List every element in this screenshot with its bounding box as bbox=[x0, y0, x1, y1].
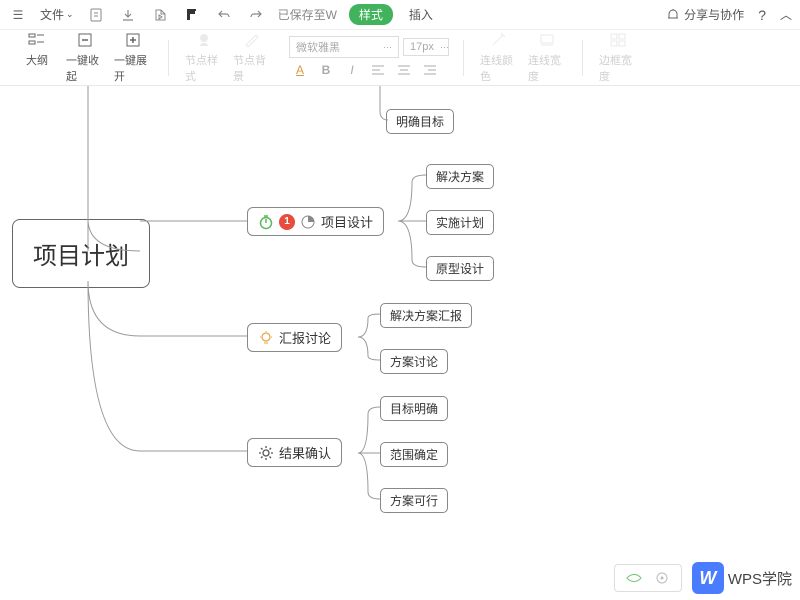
chevron-down-icon: ⋯ bbox=[440, 42, 449, 53]
download-icon[interactable] bbox=[118, 5, 138, 25]
expand-all-button[interactable]: 一键展开 bbox=[114, 31, 152, 84]
bold-button[interactable]: B bbox=[317, 61, 335, 79]
expand-icon bbox=[123, 31, 143, 49]
leaf-label: 实施计划 bbox=[436, 214, 484, 231]
branch-node[interactable]: 结果确认 bbox=[247, 438, 342, 467]
toolbar-divider bbox=[582, 40, 583, 76]
mindmap-canvas[interactable]: 项目计划 明确目标 1 项目设计 解决方案 实施计划 原型设计 汇报讨论 解决方… bbox=[0, 86, 800, 600]
outline-icon bbox=[27, 31, 47, 49]
node-bg-label: 节点背景 bbox=[233, 52, 271, 84]
leaf-label: 解决方案 bbox=[436, 168, 484, 185]
leaf-label: 范围确定 bbox=[390, 446, 438, 463]
leaf-label: 明确目标 bbox=[396, 113, 444, 130]
wps-logo: W WPS学院 bbox=[692, 562, 792, 594]
branch-label: 汇报讨论 bbox=[279, 328, 331, 347]
outline-label: 大纲 bbox=[26, 52, 48, 68]
collapse-panel-icon[interactable]: ︿ bbox=[780, 6, 792, 23]
border-width-button[interactable]: 边框宽度 bbox=[599, 31, 637, 84]
align-right-button[interactable] bbox=[421, 61, 439, 79]
leaf-node[interactable]: 明确目标 bbox=[386, 109, 454, 134]
branch-node[interactable]: 1 项目设计 bbox=[247, 207, 384, 236]
outline-button[interactable]: 大纲 bbox=[18, 31, 56, 68]
undo-icon[interactable] bbox=[214, 5, 234, 25]
collapse-icon bbox=[75, 31, 95, 49]
border-width-label: 边框宽度 bbox=[599, 52, 637, 84]
root-label: 项目计划 bbox=[33, 236, 129, 271]
align-center-button[interactable] bbox=[395, 61, 413, 79]
leaf-node[interactable]: 解决方案汇报 bbox=[380, 303, 472, 328]
leaf-node[interactable]: 原型设计 bbox=[426, 256, 494, 281]
format-brush-icon[interactable] bbox=[182, 5, 202, 25]
branch-label: 结果确认 bbox=[279, 443, 331, 462]
leaf-label: 目标明确 bbox=[390, 400, 438, 417]
share-label: 分享与协作 bbox=[684, 6, 744, 23]
connector-width-icon bbox=[537, 31, 557, 49]
chevron-down-icon: ⋯ bbox=[383, 42, 392, 53]
file-menu[interactable]: 文件 ⌄ bbox=[40, 6, 74, 23]
leaf-node[interactable]: 方案可行 bbox=[380, 488, 448, 513]
align-left-button[interactable] bbox=[369, 61, 387, 79]
toolbar-divider bbox=[168, 40, 169, 76]
new-doc-icon[interactable] bbox=[86, 5, 106, 25]
leaf-node[interactable]: 解决方案 bbox=[426, 164, 494, 189]
leaf-label: 原型设计 bbox=[436, 260, 484, 277]
file-menu-label: 文件 bbox=[40, 6, 64, 23]
leaf-node[interactable]: 实施计划 bbox=[426, 210, 494, 235]
root-node[interactable]: 项目计划 bbox=[12, 219, 150, 288]
lightbulb-icon bbox=[258, 330, 274, 346]
share-button[interactable]: 分享与协作 bbox=[666, 6, 744, 23]
style-tab[interactable]: 样式 bbox=[349, 4, 393, 25]
italic-button[interactable]: I bbox=[343, 61, 361, 79]
chevron-down-icon: ⌄ bbox=[66, 9, 74, 20]
node-bg-button[interactable]: 节点背景 bbox=[233, 31, 271, 84]
logo-text: WPS学院 bbox=[728, 568, 792, 589]
collapse-label: 一键收起 bbox=[66, 52, 104, 84]
fit-icon[interactable] bbox=[653, 569, 671, 587]
insert-tab[interactable]: 插入 bbox=[409, 6, 433, 23]
priority-badge: 1 bbox=[279, 214, 295, 230]
connector-width-button[interactable]: 连线宽度 bbox=[528, 31, 566, 84]
font-color-button[interactable]: A bbox=[291, 61, 309, 79]
connector-color-icon bbox=[489, 31, 509, 49]
node-style-button[interactable]: 节点样式 bbox=[185, 31, 223, 84]
toolbar-divider bbox=[463, 40, 464, 76]
logo-mark: W bbox=[692, 562, 724, 594]
node-bg-icon bbox=[242, 31, 262, 49]
branch-node[interactable]: 汇报讨论 bbox=[247, 323, 342, 352]
formatting-toolbar: 大纲 一键收起 一键展开 节点样式 节点背景 微软雅黑⋯ 17px⋯ A B I bbox=[0, 30, 800, 86]
hamburger-icon[interactable]: ☰ bbox=[8, 5, 28, 25]
import-icon[interactable] bbox=[150, 5, 170, 25]
bottom-controls: W WPS学院 bbox=[614, 562, 792, 594]
gear-icon bbox=[258, 445, 274, 461]
connector-color-label: 连线颜色 bbox=[480, 52, 518, 84]
leaf-node[interactable]: 目标明确 bbox=[380, 396, 448, 421]
redo-icon[interactable] bbox=[246, 5, 266, 25]
connector-width-label: 连线宽度 bbox=[528, 52, 566, 84]
help-button[interactable]: ? bbox=[758, 7, 766, 23]
expand-label: 一键展开 bbox=[114, 52, 152, 84]
leaf-node[interactable]: 范围确定 bbox=[380, 442, 448, 467]
saved-status: 已保存至W bbox=[278, 6, 337, 23]
connector-color-button[interactable]: 连线颜色 bbox=[480, 31, 518, 84]
border-width-icon bbox=[608, 31, 628, 49]
branch-label: 项目设计 bbox=[321, 212, 373, 231]
node-style-label: 节点样式 bbox=[185, 52, 223, 84]
leaf-label: 解决方案汇报 bbox=[390, 307, 462, 324]
node-style-icon bbox=[194, 31, 214, 49]
leaf-label: 方案讨论 bbox=[390, 353, 438, 370]
collapse-all-button[interactable]: 一键收起 bbox=[66, 31, 104, 84]
font-size-select[interactable]: 17px⋯ bbox=[403, 38, 449, 56]
timer-icon bbox=[258, 214, 274, 230]
pie-icon bbox=[300, 214, 316, 230]
leaf-node[interactable]: 方案讨论 bbox=[380, 349, 448, 374]
top-menu-bar: ☰ 文件 ⌄ 已保存至W 样式 插入 分享与协作 ? ︿ bbox=[0, 0, 800, 30]
eye-icon[interactable] bbox=[625, 569, 643, 587]
leaf-label: 方案可行 bbox=[390, 492, 438, 509]
font-family-select[interactable]: 微软雅黑⋯ bbox=[289, 36, 399, 58]
